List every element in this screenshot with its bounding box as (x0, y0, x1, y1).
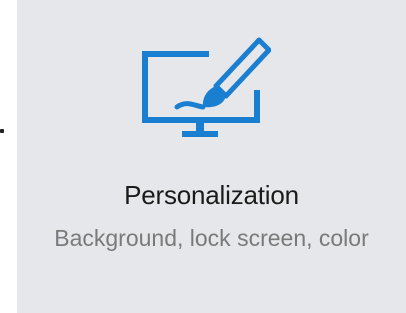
list-bullet (0, 129, 4, 133)
personalization-tile[interactable]: Personalization Background, lock screen,… (17, 0, 406, 313)
tile-title: Personalization (124, 180, 299, 210)
personalization-icon (142, 37, 271, 137)
tile-subtitle: Background, lock screen, color (54, 225, 369, 251)
